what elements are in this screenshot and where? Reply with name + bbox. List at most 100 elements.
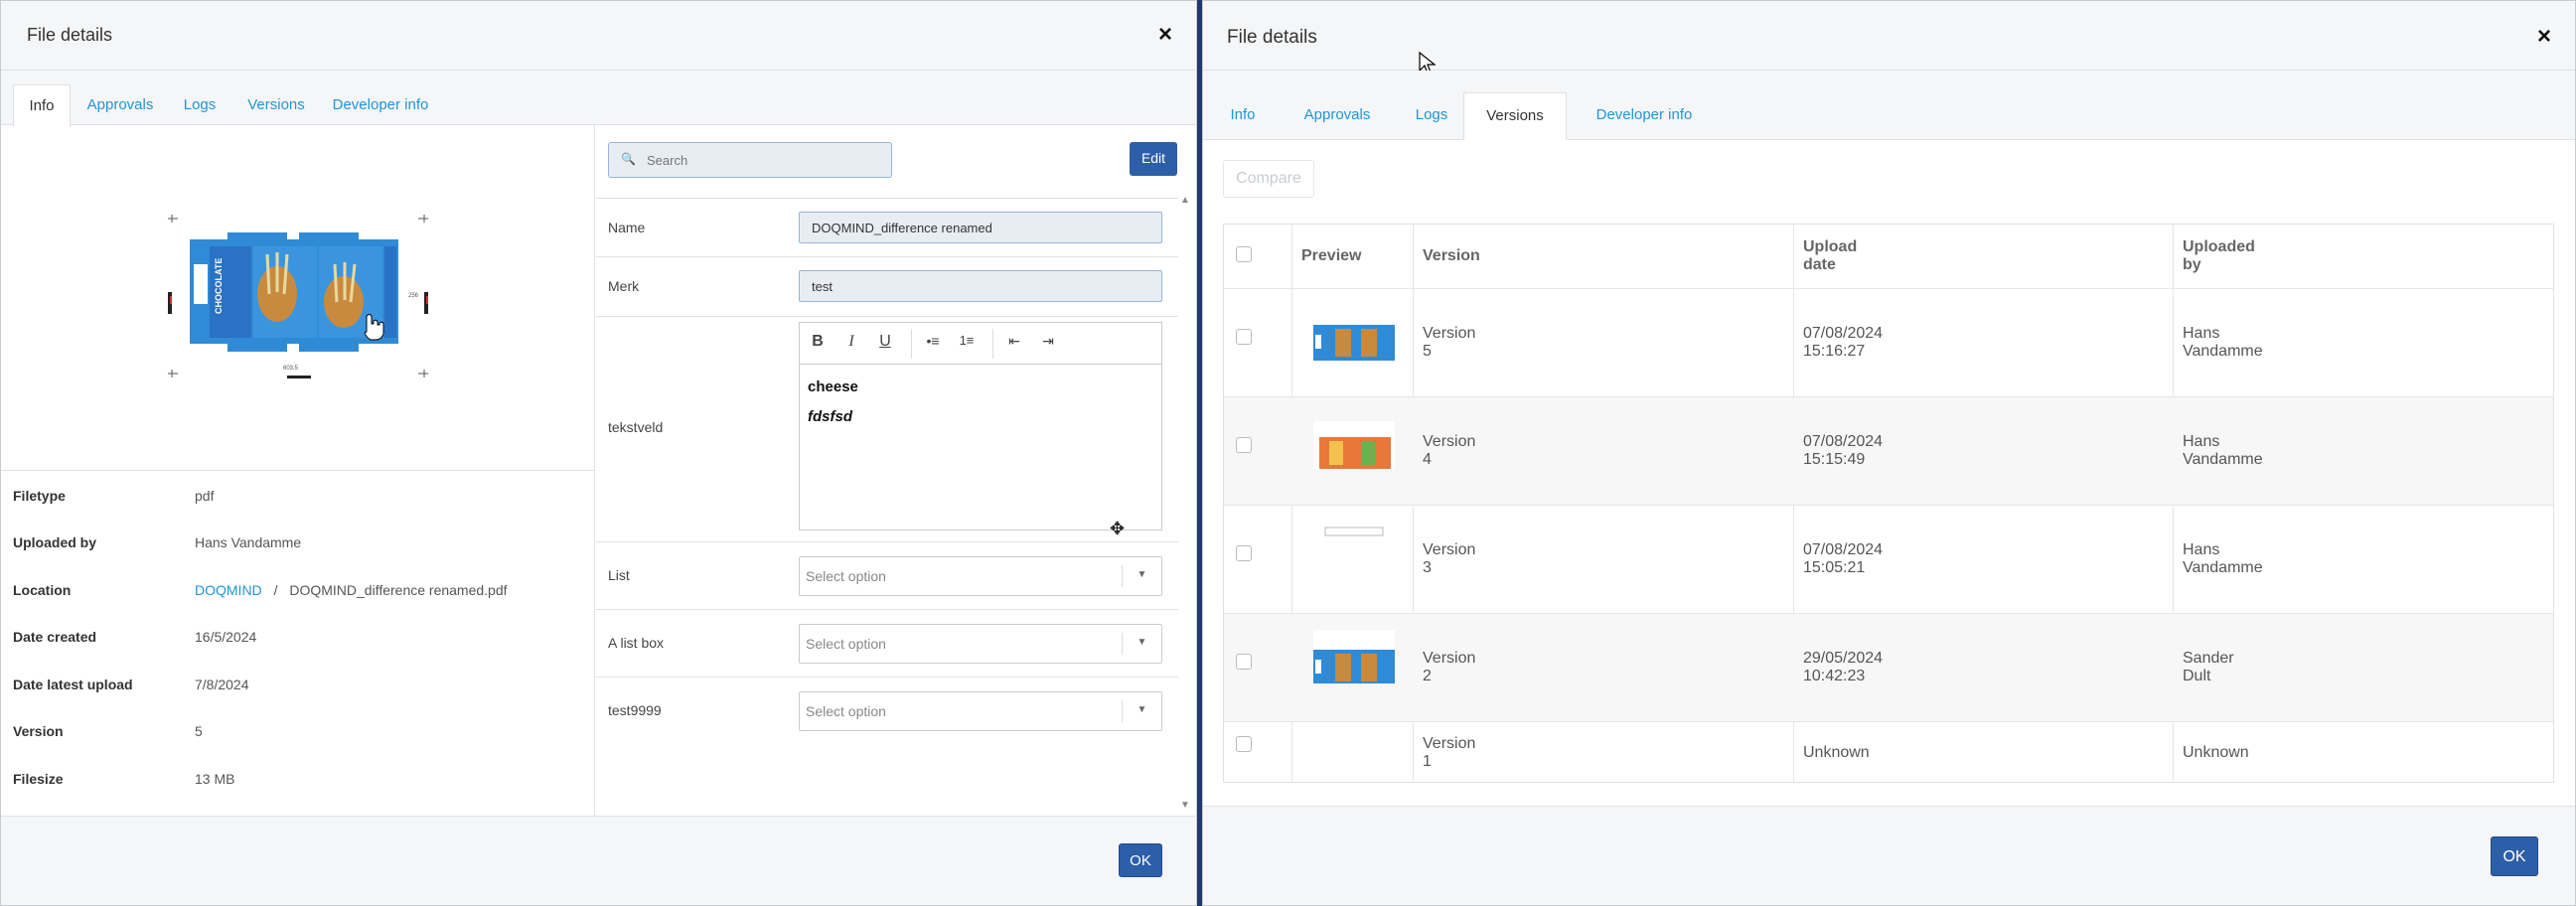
- select-placeholder: Select option: [806, 568, 886, 584]
- outdent-icon[interactable]: ⇤: [1002, 333, 1026, 350]
- modal-header: File details ×: [1203, 1, 2575, 75]
- numbered-list-icon[interactable]: 1≡: [955, 333, 979, 348]
- row-checkbox[interactable]: [1236, 654, 1252, 670]
- ok-button[interactable]: OK: [2491, 836, 2538, 876]
- tab-versions[interactable]: Versions: [243, 84, 309, 127]
- rich-text-editor[interactable]: B I U •≡ 1≡ ⇤ ⇥ cheese fdsfsd ✥: [799, 322, 1162, 538]
- row-checkbox[interactable]: [1236, 437, 1252, 453]
- resize-handle-icon[interactable]: ✥: [1110, 519, 1125, 539]
- editor-line-bold-italic: fdsfsd: [808, 408, 852, 425]
- close-icon[interactable]: ×: [2537, 23, 2551, 51]
- tab-logs[interactable]: Logs: [180, 84, 220, 127]
- indent-icon[interactable]: ⇥: [1036, 333, 1060, 350]
- table-row[interactable]: Version 5 07/08/2024 15:16:27 Hans Vanda…: [1224, 289, 2553, 397]
- meta-label: Version: [13, 723, 64, 739]
- location-folder-link[interactable]: DOQMIND: [195, 582, 262, 598]
- meta-value: pdf: [195, 488, 215, 504]
- editor-line-bold: cheese: [808, 378, 858, 395]
- field-label: List: [608, 567, 630, 583]
- location-file: DOQMIND_difference renamed.pdf: [289, 582, 508, 598]
- search-input[interactable]: [647, 150, 875, 170]
- table-row[interactable]: Version 4 07/08/2024 15:15:49 Hans Vanda…: [1224, 397, 2553, 506]
- tab-logs[interactable]: Logs: [1408, 92, 1455, 140]
- table-header: Preview Version Upload date Uploaded by: [1224, 225, 2553, 289]
- search-icon: 🔍: [621, 152, 636, 166]
- tab-info[interactable]: Info: [1223, 92, 1263, 140]
- tab-approvals[interactable]: Approvals: [1294, 92, 1380, 140]
- row-checkbox[interactable]: [1236, 545, 1252, 561]
- meta-value: 5: [195, 723, 203, 739]
- modal-footer: OK: [1, 816, 1196, 905]
- field-tekstveld: tekstveld B I U •≡ 1≡ ⇤ ⇥ cheese fdsfsd: [596, 317, 1178, 542]
- file-details-modal-versions: File details × Info Approvals Logs Versi…: [1202, 0, 2576, 906]
- file-preview[interactable]: CHOCOLATE 603.5 256: [1, 125, 595, 471]
- field-merk: Merk test: [596, 257, 1178, 317]
- meta-label: Filesize: [13, 771, 64, 787]
- compare-button[interactable]: Compare: [1223, 160, 1314, 198]
- table-row[interactable]: Version 1 Unknown Unknown: [1224, 722, 2553, 783]
- row-checkbox[interactable]: [1236, 736, 1252, 752]
- edit-button[interactable]: Edit: [1130, 142, 1177, 176]
- tab-developer-info[interactable]: Developer info: [331, 84, 430, 127]
- list-box-select[interactable]: Select option ▼: [799, 624, 1162, 664]
- search-field[interactable]: 🔍: [608, 142, 892, 178]
- field-name: Name DOQMIND_difference renamed: [596, 198, 1178, 257]
- close-icon[interactable]: ×: [1158, 21, 1172, 49]
- field-label: test9999: [608, 702, 662, 718]
- file-info-pane: CHOCOLATE 603.5 256 Filetype pdf Uploade…: [1, 125, 595, 818]
- meta-label: Uploaded by: [13, 534, 97, 550]
- file-fields-pane: 🔍 Edit Name DOQMIND_difference renamed M…: [596, 125, 1190, 818]
- version-thumbnail: [1301, 614, 1413, 721]
- meta-value: 7/8/2024: [195, 677, 249, 692]
- list-select[interactable]: Select option ▼: [799, 556, 1162, 596]
- meta-label: Date created: [13, 629, 97, 645]
- chevron-down-icon: ▼: [1122, 700, 1161, 722]
- tab-versions[interactable]: Versions: [1463, 92, 1567, 140]
- scrollbar[interactable]: ▲ ▼: [1180, 195, 1190, 811]
- test9999-select[interactable]: Select option ▼: [799, 691, 1162, 731]
- artwork-brand-text: CHOCOLATE: [214, 258, 224, 314]
- bold-icon[interactable]: B: [806, 333, 830, 351]
- scroll-down-icon[interactable]: ▼: [1180, 800, 1190, 811]
- modal-header: File details ×: [1, 1, 1196, 71]
- file-details-modal-info: File details × Info Approvals Logs Versi…: [0, 0, 1197, 906]
- tab-bar: Info Approvals Logs Versions Developer i…: [1, 71, 1196, 127]
- row-checkbox[interactable]: [1236, 329, 1252, 345]
- field-test9999: test9999 Select option ▼: [596, 678, 1178, 745]
- bullet-list-icon[interactable]: •≡: [921, 333, 945, 349]
- table-row[interactable]: Version 3 07/08/2024 15:05:21 Hans Vanda…: [1224, 506, 2553, 614]
- field-label: Merk: [608, 278, 640, 294]
- meta-uploaded-by: Uploaded by Hans Vandamme: [13, 534, 589, 564]
- meta-date-latest-upload: Date latest upload 7/8/2024: [13, 677, 589, 706]
- artwork-dim-width: 603.5: [283, 366, 299, 372]
- field-list-box: A list box Select option ▼: [596, 610, 1178, 678]
- select-placeholder: Select option: [806, 703, 886, 719]
- meta-value: 13 MB: [195, 771, 235, 787]
- meta-filesize: Filesize 13 MB: [13, 771, 589, 801]
- editor-content[interactable]: cheese fdsfsd: [808, 378, 858, 425]
- meta-filetype: Filetype pdf: [13, 488, 589, 518]
- modal-title: File details: [1227, 27, 1317, 48]
- modal-title: File details: [27, 25, 113, 45]
- meta-label: Location: [13, 582, 72, 598]
- underline-icon[interactable]: U: [873, 333, 897, 351]
- select-all-checkbox[interactable]: [1236, 246, 1252, 262]
- location-path: DOQMIND / DOQMIND_difference renamed.pdf: [195, 582, 508, 598]
- modal-footer: OK: [1203, 806, 2575, 905]
- name-input[interactable]: DOQMIND_difference renamed: [799, 212, 1162, 243]
- merk-input[interactable]: test: [799, 270, 1162, 302]
- table-row[interactable]: Version 2 29/05/2024 10:42:23 Sander Dul…: [1224, 614, 2553, 722]
- scroll-up-icon[interactable]: ▲: [1180, 195, 1190, 206]
- tab-info[interactable]: Info: [13, 84, 71, 127]
- chevron-down-icon: ▼: [1122, 565, 1161, 587]
- tab-developer-info[interactable]: Developer info: [1583, 92, 1706, 140]
- packaging-artwork: CHOCOLATE 603.5 256: [168, 215, 428, 378]
- tab-approvals[interactable]: Approvals: [80, 84, 160, 127]
- meta-value: 16/5/2024: [195, 629, 257, 645]
- artwork-dim-height: 256: [408, 293, 419, 299]
- meta-value: Hans Vandamme: [195, 534, 302, 550]
- field-list: List Select option ▼: [596, 542, 1178, 610]
- italic-icon[interactable]: I: [839, 333, 863, 351]
- ok-button[interactable]: OK: [1119, 843, 1162, 877]
- version-thumbnail: [1301, 397, 1413, 505]
